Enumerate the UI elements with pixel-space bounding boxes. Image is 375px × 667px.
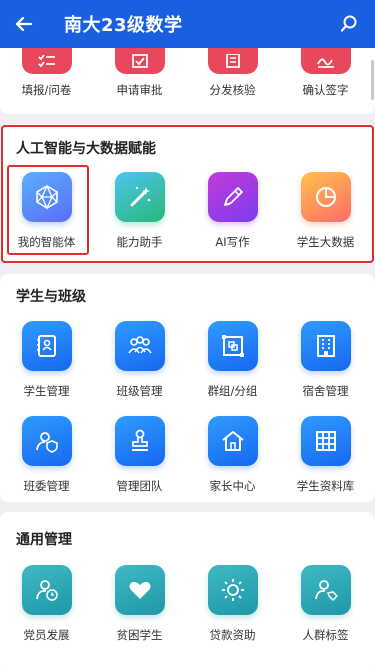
user-shield-icon xyxy=(21,416,72,466)
document-icon xyxy=(207,48,258,74)
grid-item-student-manage[interactable]: 学生管理 xyxy=(0,321,93,399)
sun-icon xyxy=(207,565,258,615)
grid-item-label: 管理团队 xyxy=(116,479,163,493)
grid-item-parent-center[interactable]: 家长中心 xyxy=(186,416,279,494)
section-title: 学生与班级 xyxy=(16,289,86,305)
page-title: 南大23级数学 xyxy=(64,15,183,36)
grid-item-fill-survey[interactable]: 填报/问卷 xyxy=(0,48,93,98)
grid-item-grouping[interactable]: 群组/分组 xyxy=(186,321,279,399)
grid-item-label: 班级管理 xyxy=(116,384,163,398)
arrow-left-icon xyxy=(15,16,33,32)
home-icon xyxy=(207,416,258,466)
grid-item-label: 学生管理 xyxy=(23,384,70,398)
grid-item-student-bigdata[interactable]: 学生大数据 xyxy=(279,172,372,250)
grid-item-dorm-manage[interactable]: 宿舍管理 xyxy=(279,321,372,399)
student-book-icon xyxy=(21,321,72,371)
section-title: 通用管理 xyxy=(16,532,72,548)
grid-item-class-manage[interactable]: 班级管理 xyxy=(93,321,186,399)
grid-item-label: AI写作 xyxy=(215,235,250,249)
approve-icon xyxy=(114,48,165,74)
magic-wand-icon xyxy=(114,172,165,222)
user-clock-icon xyxy=(21,565,72,615)
building-icon xyxy=(300,321,351,371)
grid-item-team[interactable]: 管理团队 xyxy=(93,416,186,494)
grid-item-label: 学生大数据 xyxy=(296,235,355,249)
general-section-card: 通用管理 党员发展 贫困学生 贷款资助 人群标签 xyxy=(0,512,375,667)
grid-item-party-dev[interactable]: 党员发展 xyxy=(0,565,93,643)
grid-icon xyxy=(300,416,351,466)
heart-icon xyxy=(114,565,165,615)
back-button[interactable] xyxy=(0,0,48,48)
group-icon xyxy=(114,321,165,371)
grid-item-loan-aid[interactable]: 贷款资助 xyxy=(186,565,279,643)
grid-item-label: 填报/问卷 xyxy=(21,83,72,97)
user-tag-icon xyxy=(300,565,351,615)
search-icon xyxy=(340,15,357,32)
grid-item-ai-writing[interactable]: AI写作 xyxy=(186,172,279,250)
grouping-icon xyxy=(207,321,258,371)
grid-item-label: 能力助手 xyxy=(116,235,163,249)
grid-item-poor-students[interactable]: 贫困学生 xyxy=(93,565,186,643)
grid-item-distribute[interactable]: 分发核验 xyxy=(186,48,279,98)
grid-item-label: 确认签字 xyxy=(302,83,349,97)
grid-item-ability-assistant[interactable]: 能力助手 xyxy=(93,172,186,250)
grid-item-approval[interactable]: 申请审批 xyxy=(93,48,186,98)
grid-item-label: 家长中心 xyxy=(209,479,256,493)
grid-item-crowd-tags[interactable]: 人群标签 xyxy=(279,565,372,643)
grid-item-student-library[interactable]: 学生资料库 xyxy=(279,416,372,494)
grid-item-label: 人群标签 xyxy=(302,628,349,642)
grid-item-label: 班委管理 xyxy=(23,479,70,493)
grid-item-label: 贫困学生 xyxy=(116,628,163,642)
stamp-icon xyxy=(114,416,165,466)
checklist-icon xyxy=(21,48,72,74)
polyhedron-icon xyxy=(21,172,72,222)
grid-item-committee[interactable]: 班委管理 xyxy=(0,416,93,494)
grid-item-label: 贷款资助 xyxy=(209,628,256,642)
signature-icon xyxy=(300,48,351,74)
grid-item-label: 申请审批 xyxy=(116,83,163,97)
quick-actions-card: 填报/问卷 申请审批 分发核验 确认签字 xyxy=(0,48,375,114)
grid-item-label: 分发核验 xyxy=(209,83,256,97)
app-header: 南大23级数学 xyxy=(0,0,375,48)
student-section-card: 学生与班级 学生管理 班级管理 群组/分组 宿舍管理 班委管理 管理团队 家长中… xyxy=(0,274,375,502)
ai-section-card: 人工智能与大数据赋能 我的智能体 能力助手 AI写作 学生大数据 xyxy=(0,124,375,264)
grid-item-label: 学生资料库 xyxy=(296,479,355,493)
grid-item-label: 群组/分组 xyxy=(207,384,258,398)
pie-chart-icon xyxy=(300,172,351,222)
grid-item-label: 我的智能体 xyxy=(17,235,76,249)
scrollbar[interactable] xyxy=(371,60,374,100)
section-title: 人工智能与大数据赋能 xyxy=(16,141,156,157)
grid-item-label: 宿舍管理 xyxy=(302,384,349,398)
search-button[interactable] xyxy=(337,12,361,36)
grid-item-my-agent[interactable]: 我的智能体 xyxy=(0,172,93,250)
grid-item-label: 党员发展 xyxy=(23,628,70,642)
pen-icon xyxy=(207,172,258,222)
grid-item-sign[interactable]: 确认签字 xyxy=(279,48,372,98)
